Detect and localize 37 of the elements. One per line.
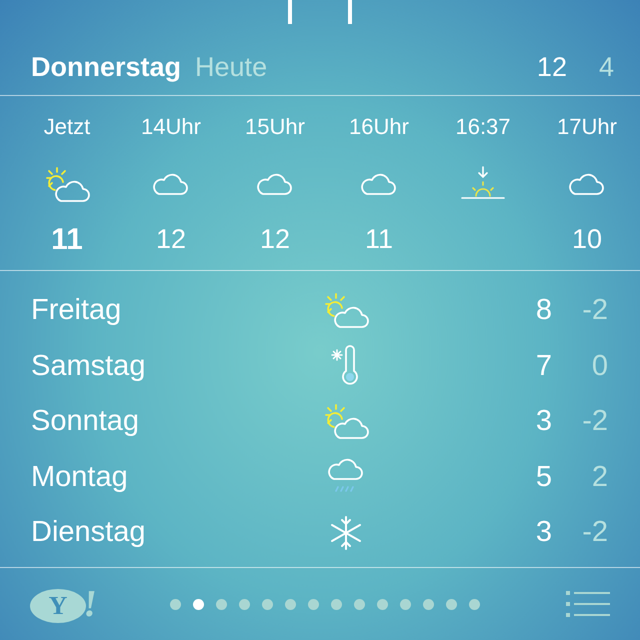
hour-label: Jetzt [44, 113, 90, 141]
clipped-glyph-mark [348, 0, 352, 24]
day-title: Donnerstag [31, 51, 182, 84]
hour-label: 14Uhr [141, 113, 201, 141]
hour-label: 15Uhr [245, 113, 305, 141]
high-temp: 12 [536, 51, 567, 84]
weekday-label: Montag [31, 460, 129, 494]
clipped-glyph-mark [288, 0, 292, 24]
low-temp: -2 [581, 293, 608, 328]
hour-temp: 11 [364, 223, 394, 256]
hour-temp: 12 [156, 223, 186, 256]
hour-temp: 11 [51, 222, 83, 258]
list-icon[interactable] [566, 591, 610, 617]
sun-cloud-icon [43, 165, 91, 205]
hour-label: 16Uhr [349, 113, 409, 141]
low-temp: -2 [581, 515, 608, 550]
sun-cloud-icon [322, 402, 370, 442]
low-temp: 2 [590, 460, 608, 494]
high-temp: 3 [536, 515, 552, 550]
weekday-label: Freitag [31, 293, 122, 328]
high-temp: 5 [536, 460, 552, 494]
today-label: Heute [195, 51, 268, 84]
low-temp: 4 [598, 51, 614, 84]
weekday-label: Sonntag [31, 404, 140, 439]
weekday-label: Dienstag [31, 515, 146, 550]
hour-temp: 12 [260, 223, 290, 256]
weekday-label: Samstag [31, 348, 146, 384]
hour-temp: 10 [572, 223, 602, 256]
high-temp: 3 [536, 404, 552, 439]
hour-label: 16:37 [455, 113, 511, 141]
sun-cloud-icon [322, 290, 370, 331]
snowflake-icon [328, 514, 364, 551]
low-temp: 0 [590, 348, 608, 384]
high-temp: 8 [536, 293, 552, 328]
hour-label: 17Uhr [557, 113, 617, 141]
high-temp: 7 [536, 348, 552, 384]
low-temp: -2 [581, 404, 608, 439]
